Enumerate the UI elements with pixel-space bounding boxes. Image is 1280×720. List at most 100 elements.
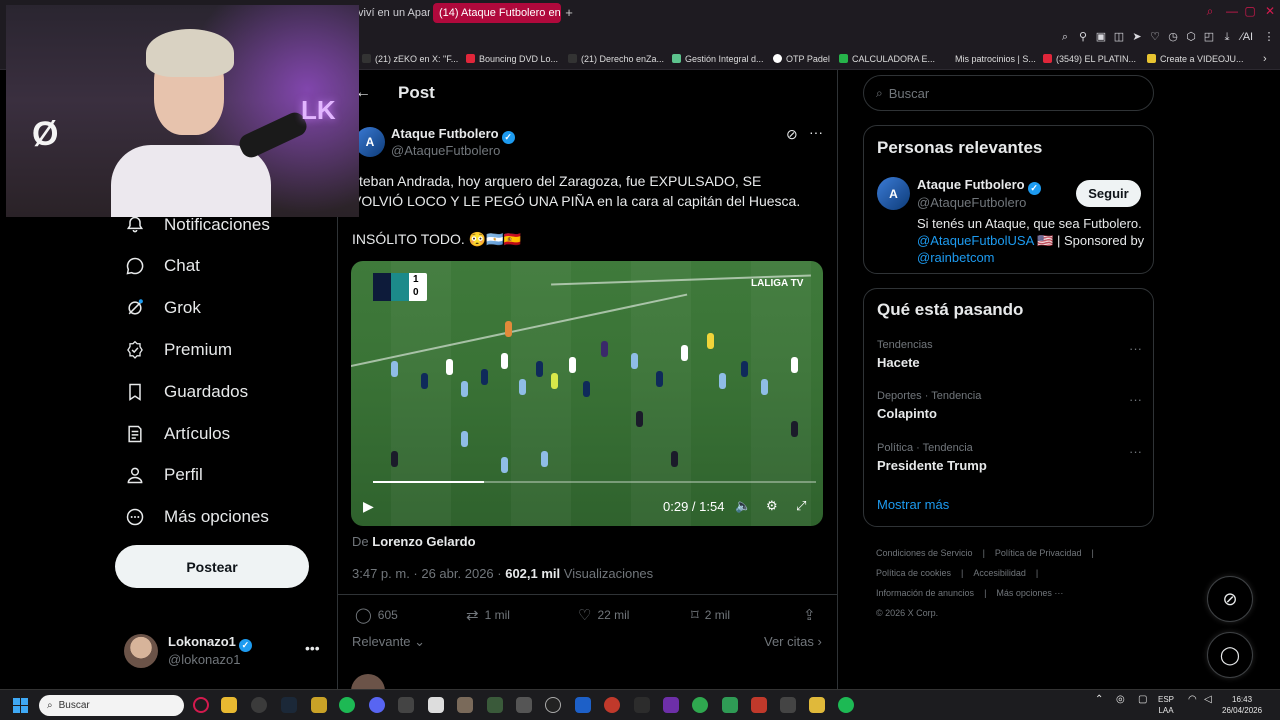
- spotify-icon[interactable]: [838, 697, 854, 713]
- author-name[interactable]: Ataque Futbolero ✓: [391, 126, 515, 144]
- close-icon[interactable]: ✕: [1262, 4, 1278, 18]
- bookmark-item[interactable]: Mis patrocinios | S...: [955, 52, 1036, 66]
- bookmark-item[interactable]: (21) Derecho enZa...: [568, 52, 664, 66]
- search-icon[interactable]: ⌕: [1202, 4, 1218, 19]
- clock[interactable]: 16:43 26/04/2026: [1222, 694, 1262, 716]
- bookmarks-overflow-icon[interactable]: ›: [1263, 52, 1267, 66]
- menu-icon[interactable]: ⋮: [1262, 30, 1276, 44]
- taskbar-search[interactable]: ⌕ Buscar: [39, 695, 184, 716]
- app-icon[interactable]: [722, 697, 738, 713]
- new-tab-button[interactable]: +: [562, 3, 576, 23]
- nav-item-bookmarks[interactable]: Guardados: [124, 375, 248, 409]
- more-dots-icon[interactable]: ···: [1129, 392, 1142, 407]
- app-icon[interactable]: [398, 697, 414, 713]
- windows-start-icon[interactable]: [13, 698, 28, 713]
- profile-name[interactable]: Lokonazo1 ✓: [168, 634, 252, 652]
- nav-item-premium[interactable]: Premium: [124, 333, 232, 367]
- author-avatar[interactable]: A: [355, 127, 385, 157]
- language-indicator[interactable]: ESP LAA: [1158, 694, 1174, 716]
- nav-item-grok[interactable]: Grok: [124, 291, 201, 325]
- footer-link[interactable]: Condiciones de Servicio: [876, 548, 973, 558]
- more-dots-icon[interactable]: ···: [1129, 444, 1142, 459]
- bio-link[interactable]: @rainbetcom: [917, 250, 995, 265]
- volume-icon[interactable]: ◁: [1204, 694, 1212, 705]
- media-credit-name[interactable]: Lorenzo Gelardo: [372, 534, 475, 549]
- footer-link[interactable]: Política de Privacidad: [995, 548, 1082, 558]
- post-button[interactable]: Postear: [115, 545, 309, 588]
- more-dots-icon[interactable]: ···: [809, 124, 823, 140]
- footer-link[interactable]: Información de anuncios: [876, 588, 974, 598]
- footer-link[interactable]: Más opciones ···: [996, 588, 1063, 598]
- camera-icon[interactable]: ◫: [1112, 30, 1126, 44]
- like-button[interactable]: ♡ 22 mil: [578, 606, 629, 624]
- spotify-icon[interactable]: [339, 697, 355, 713]
- zoom-icon[interactable]: ⌕: [1058, 30, 1072, 44]
- settings-icon[interactable]: ⚙: [766, 498, 778, 514]
- view-quotes-link[interactable]: Ver citas ›: [764, 634, 822, 649]
- grok-fab-icon[interactable]: ⊘: [1207, 576, 1253, 622]
- nav-item-articles[interactable]: Artículos: [124, 417, 230, 451]
- nav-item-chat[interactable]: Chat: [124, 249, 200, 283]
- app-icon[interactable]: [663, 697, 679, 713]
- bookmark-item[interactable]: Bouncing DVD Lo...: [466, 52, 558, 66]
- bookmark-item[interactable]: (21) zEKO en X: "F...: [362, 52, 458, 66]
- app-icon[interactable]: [428, 697, 444, 713]
- footer-link[interactable]: Accesibilidad: [973, 568, 1026, 578]
- bookmark-button[interactable]: ⌑ 2 mil: [691, 606, 730, 624]
- browser-tab[interactable]: viví en un Aparta: [352, 3, 430, 23]
- app-icon[interactable]: [487, 697, 503, 713]
- minimize-icon[interactable]: —: [1224, 4, 1240, 18]
- author-handle[interactable]: @AtaqueFutbolero: [391, 143, 500, 158]
- sort-dropdown[interactable]: Relevante ⌄: [352, 634, 425, 650]
- play-icon[interactable]: ▶: [363, 498, 374, 515]
- pin-icon[interactable]: ⚲: [1076, 30, 1090, 44]
- relevant-name[interactable]: Ataque Futbolero ✓: [917, 177, 1041, 195]
- maximize-icon[interactable]: ▢: [1242, 4, 1258, 18]
- wifi-icon[interactable]: ◠: [1188, 694, 1197, 705]
- extensions-icon[interactable]: ⬡: [1184, 30, 1198, 44]
- video-player[interactable]: 1 0 LALIGA TV ▶ 0:29 / 1:54 🔈 ⚙ ⤢: [351, 261, 823, 526]
- avatar[interactable]: [124, 634, 158, 668]
- app-icon[interactable]: [311, 697, 327, 713]
- heart-icon[interactable]: ♡: [1148, 30, 1162, 44]
- nav-item-more[interactable]: Más opciones: [124, 500, 269, 534]
- tray-app-icon[interactable]: ▢: [1138, 694, 1147, 705]
- opera-icon[interactable]: [193, 697, 209, 713]
- bookmark-item[interactable]: OTP Padel: [773, 52, 830, 66]
- browser-tab-active[interactable]: (14) Ataque Futbolero en X: [433, 3, 561, 23]
- app-icon[interactable]: [575, 697, 591, 713]
- app-icon[interactable]: [809, 697, 825, 713]
- download-icon[interactable]: ⤓: [1220, 30, 1234, 44]
- snapshot-icon[interactable]: ◰: [1202, 30, 1216, 44]
- nav-item-profile[interactable]: Perfil: [124, 458, 203, 492]
- search-input[interactable]: [888, 85, 1129, 101]
- bio-link[interactable]: @AtaqueFutbolUSA: [917, 233, 1034, 248]
- app-icon[interactable]: [251, 697, 267, 713]
- footer-link[interactable]: Política de cookies: [876, 568, 951, 578]
- trend-item[interactable]: Política · Tendencia Presidente Trump ··…: [877, 442, 1142, 473]
- send-icon[interactable]: ➤: [1130, 30, 1144, 44]
- history-icon[interactable]: ◷: [1166, 30, 1180, 44]
- trend-item[interactable]: Deportes · Tendencia Colapinto ···: [877, 390, 1142, 421]
- avatar[interactable]: A: [877, 177, 910, 210]
- screenshot-icon[interactable]: ▣: [1094, 30, 1108, 44]
- steam-icon[interactable]: [281, 697, 297, 713]
- fullscreen-icon[interactable]: ⤢: [796, 498, 806, 514]
- show-more-link[interactable]: Mostrar más: [877, 497, 949, 512]
- more-dots-icon[interactable]: •••: [305, 640, 320, 656]
- app-icon[interactable]: [545, 697, 561, 713]
- repost-button[interactable]: ⇄ 1 mil: [466, 606, 510, 624]
- tray-app-icon[interactable]: ◎: [1116, 694, 1125, 705]
- messages-fab-icon[interactable]: ◯: [1207, 632, 1253, 678]
- app-icon[interactable]: [751, 697, 767, 713]
- app-icon[interactable]: [604, 697, 620, 713]
- discord-icon[interactable]: [369, 697, 385, 713]
- grok-icon[interactable]: ⊘: [786, 126, 798, 143]
- reply-button[interactable]: ◯ 605: [355, 606, 398, 624]
- ai-icon[interactable]: ⁄AI: [1238, 30, 1256, 44]
- bookmark-item[interactable]: Create a VIDEOJU...: [1147, 52, 1244, 66]
- app-icon[interactable]: [457, 697, 473, 713]
- video-progress-bar[interactable]: [373, 481, 816, 483]
- app-icon[interactable]: [634, 697, 650, 713]
- app-icon[interactable]: [516, 697, 532, 713]
